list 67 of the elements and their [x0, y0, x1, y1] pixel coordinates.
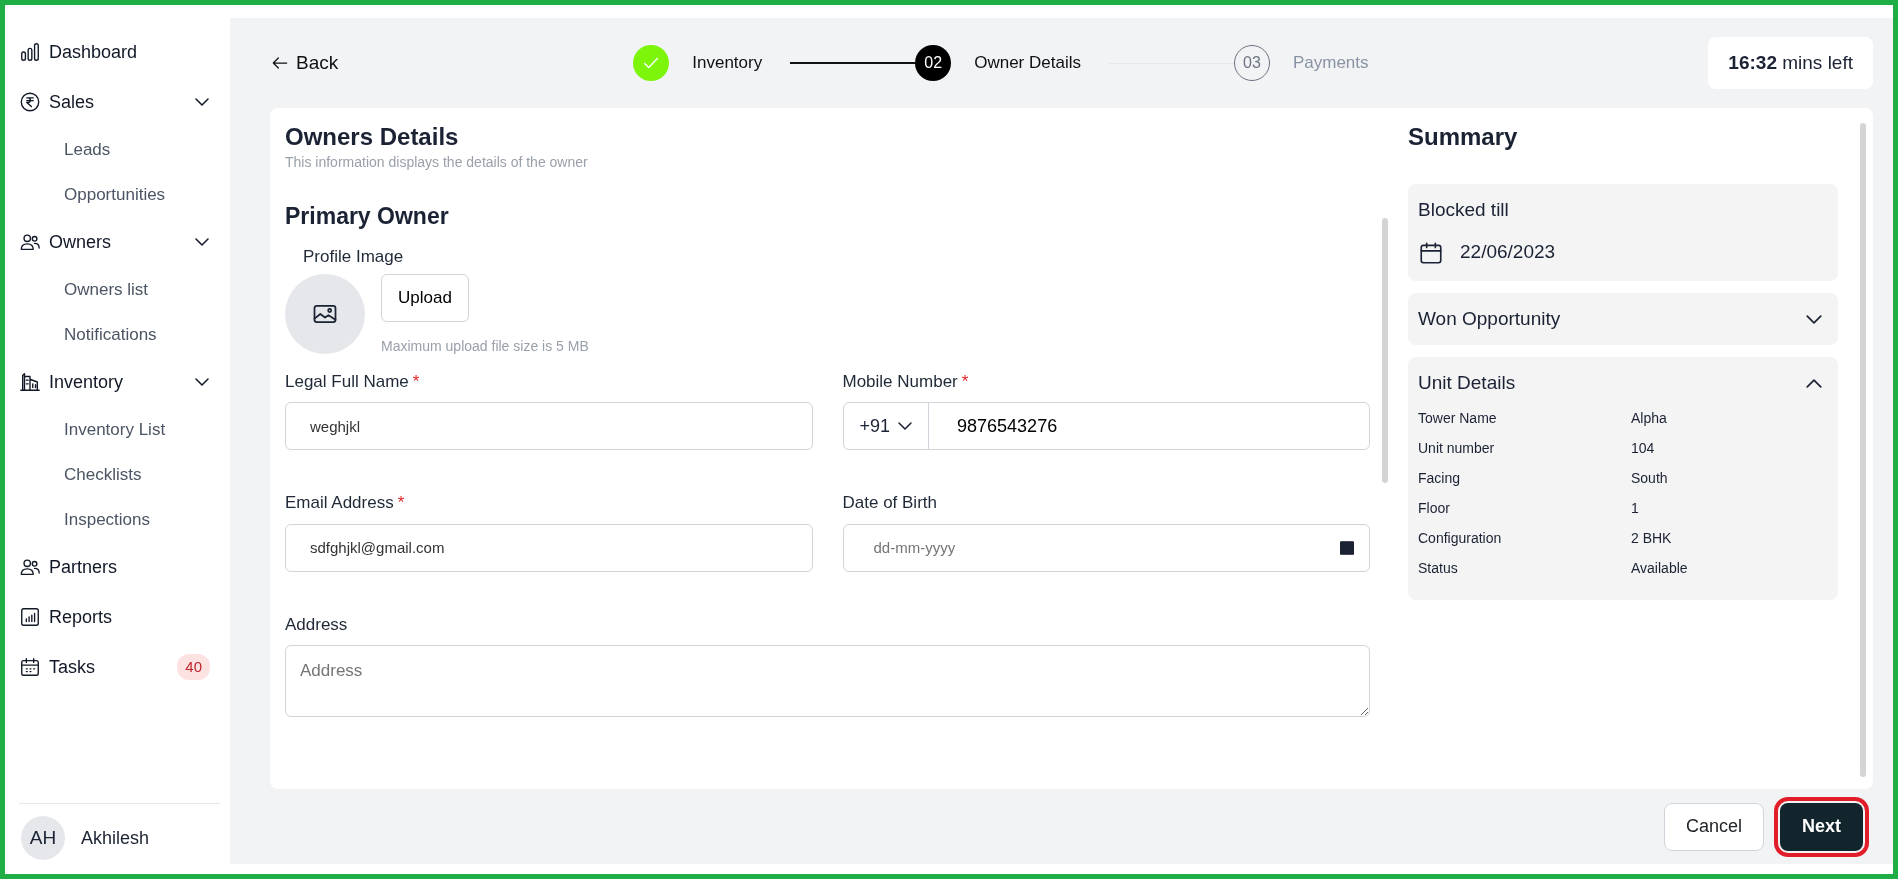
field-label: Mobile Number *	[842, 370, 970, 393]
sidebar-item[interactable]: Reports	[19, 592, 230, 642]
sidebar-item[interactable]: Owners	[19, 217, 230, 267]
blocked-label: Blocked till	[1418, 197, 1510, 222]
report-icon	[19, 606, 41, 628]
text-field[interactable]: sdfghjkl@gmail.com	[285, 523, 813, 572]
step-label: Owner Details	[974, 52, 1081, 75]
detail-label: Tower Name	[1418, 408, 1498, 428]
detail-value: 1	[1631, 498, 1639, 518]
page-title: Owners Details	[285, 123, 460, 152]
upload-button[interactable]: Upload	[381, 273, 469, 322]
detail-value: 2 BHK	[1631, 528, 1672, 548]
sidebar-item[interactable]: Dashboard	[19, 27, 230, 77]
step-label: Inventory	[692, 52, 763, 75]
field-label: Address	[285, 613, 349, 636]
people-icon	[19, 231, 41, 253]
rupee-coin-icon	[19, 91, 41, 113]
detail-label: Floor	[1418, 498, 1451, 518]
detail-label: Unit number	[1418, 438, 1496, 458]
step-label: Payments	[1292, 52, 1369, 75]
phone-field[interactable]: +91 9876543276	[842, 402, 1370, 451]
sidebar-item[interactable]: Tasks 40	[19, 642, 230, 692]
text-field[interactable]: weghjkl	[285, 402, 813, 451]
detail-value: Available	[1631, 558, 1688, 578]
sidebar-subitem[interactable]: Opportunities	[19, 172, 230, 217]
address-field[interactable]: Address	[285, 645, 1370, 718]
scrollbar-thumb[interactable]	[1860, 123, 1866, 777]
cancel-button[interactable]: Cancel	[1663, 802, 1764, 851]
detail-value: 104	[1631, 438, 1655, 458]
upload-hint: Maximum upload file size is 5 MB	[381, 336, 589, 356]
count-badge: 40	[177, 653, 210, 681]
field-label: Email Address *	[285, 492, 406, 515]
step-number: 02	[915, 45, 952, 81]
field-label: Date of Birth	[842, 492, 938, 515]
page-subtitle: This information displays the details of the owner	[285, 152, 589, 172]
detail-value: South	[1631, 468, 1668, 488]
field-label: Legal Full Name *	[285, 370, 421, 393]
timer-label: 16:32 mins left	[1708, 36, 1873, 90]
sidebar-item[interactable]: Inventory	[19, 357, 230, 407]
sidebar-subitem[interactable]: Notifications	[19, 312, 230, 357]
sidebar-subitem[interactable]: Inventory List	[19, 407, 230, 452]
summary-title: Summary	[1408, 123, 1519, 152]
sidebar-subitem[interactable]: Checklists	[19, 452, 230, 497]
country-code-select[interactable]: +91	[843, 403, 930, 450]
field-label: Profile Image	[303, 246, 405, 269]
section-title: Primary Owner	[285, 202, 450, 231]
back-button[interactable]: Back	[270, 48, 339, 78]
detail-label: Configuration	[1418, 528, 1503, 548]
sidebar-item[interactable]: Partners	[19, 542, 230, 592]
accordion-header[interactable]: Unit Details	[1418, 369, 1828, 398]
detail-label: Status	[1418, 558, 1459, 578]
chevron-down-icon	[898, 422, 913, 431]
avatar: AH	[21, 816, 65, 860]
building-icon	[19, 371, 41, 393]
detail-value: Alpha	[1631, 408, 1667, 428]
scrollbar-thumb[interactable]	[1382, 218, 1388, 483]
date-field[interactable]: dd-mm-yyyy	[842, 523, 1370, 572]
sidebar-subitem[interactable]: Leads	[19, 127, 230, 172]
bar-chart-icon	[19, 41, 41, 63]
user-name: Akhilesh	[81, 826, 150, 850]
blocked-date: 22/06/2023	[1460, 240, 1556, 265]
accordion-header[interactable]: Won Opportunity	[1418, 304, 1828, 334]
detail-label: Facing	[1418, 468, 1462, 488]
sidebar-subitem[interactable]: Owners list	[19, 267, 230, 312]
sidebar-subitem[interactable]: Inspections	[19, 497, 230, 542]
people-icon	[19, 556, 41, 578]
sidebar-item[interactable]: Sales	[19, 77, 230, 127]
